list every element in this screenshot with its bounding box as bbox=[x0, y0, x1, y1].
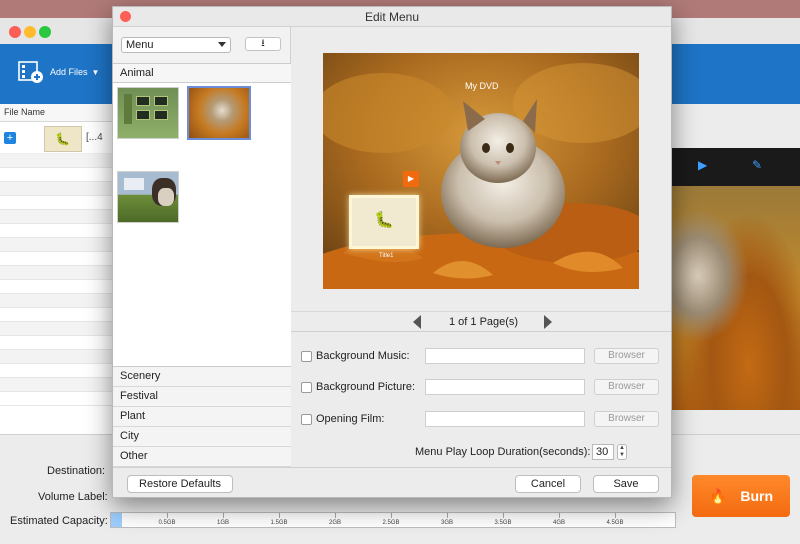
flame-icon: 🔥 bbox=[708, 487, 727, 504]
category-item-scenery[interactable]: Scenery bbox=[113, 367, 291, 387]
capacity-tick-label: 3GB bbox=[440, 520, 454, 526]
chapter-thumbnail[interactable]: 🐛 bbox=[349, 195, 419, 249]
background-music-label: Background Music: bbox=[316, 350, 410, 362]
film-add-icon bbox=[18, 61, 43, 83]
category-list: Scenery Festival Plant City Other bbox=[113, 367, 291, 467]
zoom-window-icon[interactable] bbox=[39, 26, 51, 38]
capacity-tick-mark bbox=[335, 513, 336, 518]
menu-title-text[interactable]: My DVD bbox=[465, 81, 499, 91]
capacity-tick-label: 4GB bbox=[552, 520, 566, 526]
file-list-header: File Name bbox=[0, 104, 112, 122]
capacity-tick-mark bbox=[279, 513, 280, 518]
burn-label: Burn bbox=[740, 488, 774, 504]
theme-panel: Menu ⭳ Animal Scenery Festival Plant Cit… bbox=[113, 27, 291, 467]
capacity-tick-mark bbox=[223, 513, 224, 518]
capacity-tick-label: 1.5GB bbox=[270, 520, 288, 526]
preview-toolbar: ▶ ✎ bbox=[672, 148, 800, 186]
add-files-label: Add Files bbox=[50, 67, 88, 77]
dialog-footer: Restore Defaults Cancel Save bbox=[113, 467, 671, 497]
volume-label: Volume Label: bbox=[38, 491, 108, 503]
background-music-checkbox[interactable] bbox=[301, 351, 312, 362]
category-item-other[interactable]: Other bbox=[113, 447, 291, 467]
loop-duration-label: Menu Play Loop Duration(seconds): bbox=[415, 446, 591, 458]
chevron-down-icon bbox=[218, 42, 226, 47]
capacity-tick-label: 4.5GB bbox=[606, 520, 624, 526]
file-list: File Name + 🐛 [...4 bbox=[0, 104, 112, 434]
restore-defaults-button[interactable]: Restore Defaults bbox=[127, 475, 233, 493]
category-item-festival[interactable]: Festival bbox=[113, 387, 291, 407]
save-button[interactable]: Save bbox=[593, 475, 659, 493]
minimize-window-icon[interactable] bbox=[24, 26, 36, 38]
category-item-plant[interactable]: Plant bbox=[113, 407, 291, 427]
capacity-tick-label: 2GB bbox=[328, 520, 342, 526]
next-page-icon[interactable] bbox=[544, 315, 552, 329]
file-list-item[interactable]: + 🐛 [...4 bbox=[0, 122, 112, 154]
capacity-tick-mark bbox=[167, 513, 168, 518]
menu-type-select[interactable]: Menu bbox=[121, 37, 231, 53]
opening-film-row: Opening Film: Browser bbox=[301, 411, 663, 429]
file-thumbnail: 🐛 bbox=[44, 126, 82, 152]
download-templates-button[interactable]: ⭳ bbox=[245, 37, 281, 51]
destination-label: Destination: bbox=[47, 465, 106, 477]
previous-page-icon[interactable] bbox=[413, 315, 421, 329]
menu-preview-area: My DVD ▶ 🐛 Title1 bbox=[291, 27, 671, 311]
capacity-tick-mark bbox=[615, 513, 616, 518]
capacity-bar: 0.5GB 1GB 1.5GB 2GB 2.5GB 3GB 3.5GB 4GB 4.5GB bbox=[110, 512, 676, 528]
capacity-tick-label: 2.5GB bbox=[382, 520, 400, 526]
opening-film-field[interactable] bbox=[425, 411, 585, 427]
category-header-animal[interactable]: Animal bbox=[113, 63, 291, 83]
category-item-city[interactable]: City bbox=[113, 427, 291, 447]
page-indicator: 1 of 1 Page(s) bbox=[449, 316, 519, 328]
preview-image bbox=[672, 186, 800, 410]
menu-options: Background Music: Browser Background Pic… bbox=[291, 331, 671, 467]
capacity-tick-label: 1GB bbox=[216, 520, 230, 526]
close-window-icon[interactable] bbox=[9, 26, 21, 38]
background-picture-field[interactable] bbox=[425, 379, 585, 395]
capacity-tick-mark bbox=[559, 513, 560, 518]
background-picture-browse-button[interactable]: Browser bbox=[594, 379, 659, 395]
template-thumbnail[interactable] bbox=[117, 87, 179, 139]
file-name-text: [...4 bbox=[86, 132, 103, 143]
background-picture-checkbox[interactable] bbox=[301, 382, 312, 393]
close-dialog-icon[interactable] bbox=[120, 11, 131, 22]
edit-menu-dialog: Edit Menu Menu ⭳ Animal Scenery Festival… bbox=[112, 6, 672, 498]
opening-film-checkbox[interactable] bbox=[301, 414, 312, 425]
background-music-browse-button[interactable]: Browser bbox=[594, 348, 659, 364]
add-files-button[interactable]: Add Files ▼ bbox=[18, 60, 99, 84]
background-music-field[interactable] bbox=[425, 348, 585, 364]
play-button-icon[interactable]: ▶ bbox=[403, 171, 419, 187]
file-list-stripes bbox=[0, 154, 112, 406]
dialog-titlebar: Edit Menu bbox=[113, 7, 671, 27]
cancel-button[interactable]: Cancel bbox=[515, 475, 581, 493]
dialog-title: Edit Menu bbox=[364, 10, 420, 24]
capacity-used-fill bbox=[111, 513, 122, 527]
background-picture-row: Background Picture: Browser bbox=[301, 379, 663, 397]
opening-film-label: Opening Film: bbox=[316, 413, 385, 425]
template-thumbnail-selected[interactable] bbox=[187, 86, 251, 140]
burn-button[interactable]: 🔥 Burn bbox=[692, 475, 790, 517]
capacity-tick-mark bbox=[447, 513, 448, 518]
menu-background-image: My DVD ▶ 🐛 Title1 bbox=[323, 53, 639, 289]
background-picture-label: Background Picture: bbox=[316, 381, 416, 393]
capacity-label: Estimated Capacity: bbox=[10, 515, 108, 527]
chevron-down-icon[interactable]: ▼ bbox=[92, 68, 100, 77]
menu-type-value: Menu bbox=[126, 39, 154, 51]
capacity-tick-mark bbox=[503, 513, 504, 518]
template-thumbnail[interactable] bbox=[117, 171, 179, 223]
chapter-title-label[interactable]: Title1 bbox=[379, 253, 393, 259]
download-icon: ⭳ bbox=[261, 38, 265, 49]
capacity-tick-label: 3.5GB bbox=[494, 520, 512, 526]
loop-duration-input[interactable]: 30 bbox=[592, 444, 614, 460]
main-preview-pane: ▶ ✎ bbox=[672, 148, 800, 410]
page-navigator: 1 of 1 Page(s) bbox=[291, 311, 671, 331]
background-music-row: Background Music: Browser bbox=[301, 348, 663, 366]
opening-film-browse-button[interactable]: Browser bbox=[594, 411, 659, 427]
edit-icon[interactable]: ✎ bbox=[752, 158, 762, 172]
loop-duration-stepper[interactable]: ▲ ▼ bbox=[617, 444, 627, 460]
capacity-tick-label: 0.5GB bbox=[158, 520, 176, 526]
template-grid bbox=[113, 83, 291, 367]
expand-plus-icon[interactable]: + bbox=[4, 132, 16, 144]
play-icon[interactable]: ▶ bbox=[698, 158, 707, 172]
capacity-tick-mark bbox=[391, 513, 392, 518]
